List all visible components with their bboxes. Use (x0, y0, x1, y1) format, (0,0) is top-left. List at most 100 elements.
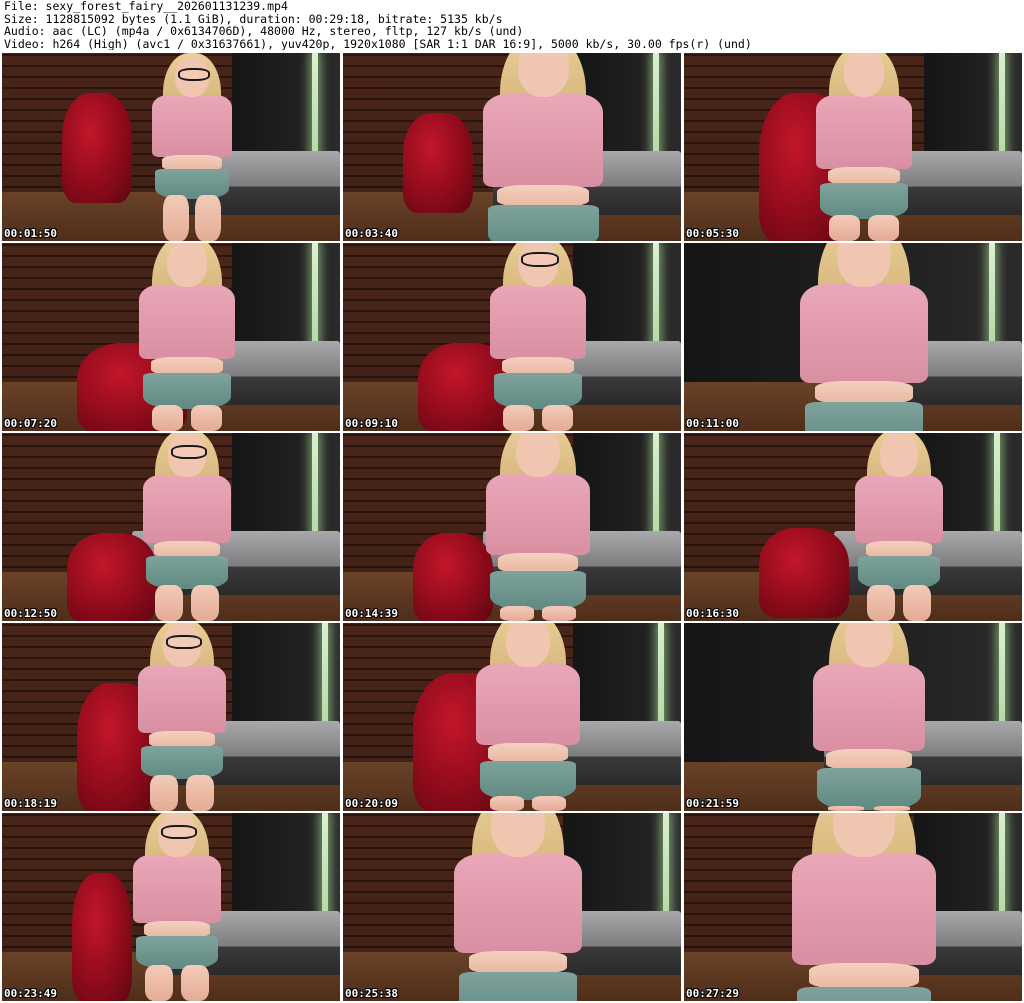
face (517, 53, 569, 97)
video-thumbnail: 00:05:30 (684, 53, 1022, 241)
thumbnail-timestamp: 00:05:30 (686, 227, 739, 240)
glasses-icon (161, 825, 197, 839)
video-thumbnail: 00:12:50 (2, 433, 340, 621)
thumbnail-timestamp: 00:03:40 (345, 227, 398, 240)
teal-shorts (819, 183, 909, 220)
left-leg (489, 795, 524, 811)
teal-shorts (487, 205, 599, 241)
person-figure (794, 623, 944, 811)
left-leg (144, 965, 174, 1001)
pink-t-shirt (152, 95, 232, 157)
pink-t-shirt (490, 284, 586, 359)
thumbnail-timestamp: 00:23:49 (4, 987, 57, 1000)
person-figure (814, 53, 914, 241)
face (843, 53, 885, 97)
person-figure (112, 623, 252, 811)
left-leg (866, 585, 896, 621)
video-thumbnail: 00:20:09 (343, 623, 681, 811)
right-leg (180, 965, 210, 1001)
person-figure (132, 433, 242, 621)
video-thumbnail: 00:14:39 (343, 433, 681, 621)
pink-t-shirt (139, 284, 235, 359)
right-leg (867, 215, 900, 241)
pink-t-shirt (476, 664, 580, 745)
midriff (498, 553, 578, 573)
pink-t-shirt (800, 283, 928, 383)
video-thumbnail: 00:09:10 (343, 243, 681, 431)
teal-shorts (858, 556, 940, 590)
video-info-line: Video: h264 (High) (avc1 / 0x31637661), … (4, 37, 752, 51)
thumbnail-timestamp: 00:12:50 (4, 607, 57, 620)
person-figure (443, 53, 643, 241)
video-thumbnail: 00:11:00 (684, 243, 1022, 431)
right-leg (190, 585, 220, 621)
thumbnail-timestamp: 00:18:19 (4, 797, 57, 810)
midriff (826, 749, 912, 770)
video-info-header: File: sexy_forest_fairy__202601131239.mp… (4, 0, 1020, 50)
glasses-icon (171, 445, 207, 459)
video-thumbnail: 00:03:40 (343, 53, 681, 241)
left-leg (162, 195, 189, 241)
face (845, 623, 893, 667)
left-leg (502, 405, 535, 431)
thumbnail-timestamp: 00:09:10 (345, 417, 398, 430)
thumbnail-timestamp: 00:11:00 (686, 417, 739, 430)
right-leg (542, 605, 577, 621)
face (515, 433, 561, 477)
pink-t-shirt (143, 474, 231, 543)
left-leg (499, 605, 534, 621)
right-leg (190, 405, 223, 431)
video-thumbnail: 00:01:50 (2, 53, 340, 241)
thumbnail-timestamp: 00:07:20 (4, 417, 57, 430)
person-figure (142, 53, 242, 241)
pink-t-shirt (133, 854, 221, 923)
pink-t-shirt (483, 94, 603, 187)
teal-shorts (142, 373, 232, 410)
file-name-line: File: sexy_forest_fairy__202601131239.mp… (4, 0, 288, 13)
left-leg (154, 585, 184, 621)
person-figure (112, 243, 262, 431)
right-leg (195, 195, 222, 241)
right-leg (532, 795, 567, 811)
right-leg (541, 405, 574, 431)
pink-t-shirt (855, 474, 943, 543)
glasses-icon (177, 68, 211, 81)
person-figure (754, 813, 974, 1001)
thumbnail-timestamp: 00:25:38 (345, 987, 398, 1000)
pink-t-shirt (138, 664, 226, 733)
pink-t-shirt (816, 94, 912, 169)
audio-info-line: Audio: aac (LC) (mp4a / 0x6134706D), 480… (4, 25, 524, 38)
left-leg (828, 215, 861, 241)
teal-shorts (493, 373, 583, 410)
video-thumbnail: 00:25:38 (343, 813, 681, 1001)
pink-t-shirt (486, 474, 590, 555)
teal-shorts (479, 760, 577, 800)
thumbnail-timestamp: 00:16:30 (686, 607, 739, 620)
person-figure (774, 243, 954, 431)
right-leg (873, 805, 910, 811)
left-leg (149, 775, 179, 811)
person-figure (844, 433, 954, 621)
teal-shorts (804, 402, 924, 431)
midriff (809, 963, 919, 989)
teal-shorts (458, 972, 578, 1001)
face (505, 623, 551, 667)
midriff (815, 381, 913, 405)
teal-shorts (797, 986, 931, 1001)
pink-t-shirt (454, 853, 582, 953)
right-leg (902, 585, 932, 621)
video-thumbnail: 00:21:59 (684, 623, 1022, 811)
person-figure (473, 433, 603, 621)
thumbnail-timestamp: 00:21:59 (686, 797, 739, 810)
video-thumbnail: 00:18:19 (2, 623, 340, 811)
teal-shorts (489, 570, 587, 610)
person-figure (463, 623, 593, 811)
video-thumbnail: 00:27:29 (684, 813, 1022, 1001)
glasses-icon (520, 252, 560, 267)
thumbnail-timestamp: 00:14:39 (345, 607, 398, 620)
red-velvet-chair (62, 93, 132, 203)
teal-shorts (141, 746, 223, 780)
face (880, 433, 918, 477)
left-leg (828, 805, 865, 811)
person-figure (433, 813, 603, 1001)
